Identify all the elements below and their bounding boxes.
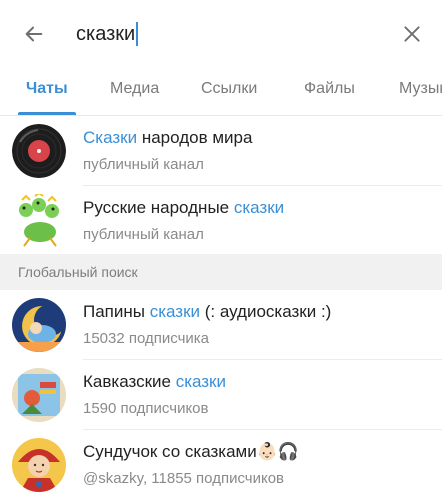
tab-chats[interactable]: Чаты xyxy=(26,80,68,98)
avatar xyxy=(12,438,66,492)
list-item[interactable]: Русские народные сказки публичный канал xyxy=(0,186,442,256)
chat-title: Кавказские сказки xyxy=(83,372,226,391)
list-item[interactable]: Папины сказки (: аудиосказки :) 15032 по… xyxy=(0,290,442,360)
list-item[interactable]: Кавказские сказки 1590 подписчиков xyxy=(0,360,442,430)
chat-subtitle: публичный канал xyxy=(83,226,204,243)
chat-subtitle: @skazky, 11855 подписчиков xyxy=(83,470,285,487)
title-emoji: 👶🏻🎧 xyxy=(256,442,300,461)
active-tab-indicator xyxy=(18,112,76,115)
back-button[interactable] xyxy=(18,18,50,50)
search-input[interactable]: сказки xyxy=(76,18,376,50)
text-caret xyxy=(136,22,139,46)
tab-media[interactable]: Медиа xyxy=(110,80,159,98)
search-bar: сказки xyxy=(0,0,442,66)
arrow-left-icon xyxy=(25,26,43,42)
avatar xyxy=(12,194,66,248)
close-icon xyxy=(404,26,420,42)
avatar xyxy=(12,298,66,352)
chat-subtitle: 1590 подписчиков xyxy=(83,400,209,417)
global-search-header: Глобальный поиск xyxy=(0,254,442,290)
chat-subtitle: 15032 подписчика xyxy=(83,330,210,347)
avatar xyxy=(12,368,66,422)
avatar xyxy=(12,124,66,178)
chat-title: Папины сказки (: аудиосказки :) xyxy=(83,302,332,321)
chat-title: Русские народные сказки xyxy=(83,198,285,217)
search-tabs: Чаты Медиа Ссылки Файлы Музыка xyxy=(0,66,442,116)
chat-title: Сказки народов мира xyxy=(83,128,253,147)
search-query: сказки xyxy=(76,22,136,45)
tab-links[interactable]: Ссылки xyxy=(201,80,257,98)
tab-files[interactable]: Файлы xyxy=(304,80,355,98)
chat-subtitle: публичный канал xyxy=(83,156,204,173)
section-label: Глобальный поиск xyxy=(18,264,138,280)
list-item[interactable]: Сундучок со сказками👶🏻🎧 @skazky, 11855 п… xyxy=(0,430,442,500)
clear-search-button[interactable] xyxy=(396,18,428,50)
tab-music[interactable]: Музыка xyxy=(399,80,442,98)
chat-title: Сундучок со сказками👶🏻🎧 xyxy=(83,442,300,461)
list-item[interactable]: Сказки народов мира публичный канал xyxy=(0,116,442,186)
